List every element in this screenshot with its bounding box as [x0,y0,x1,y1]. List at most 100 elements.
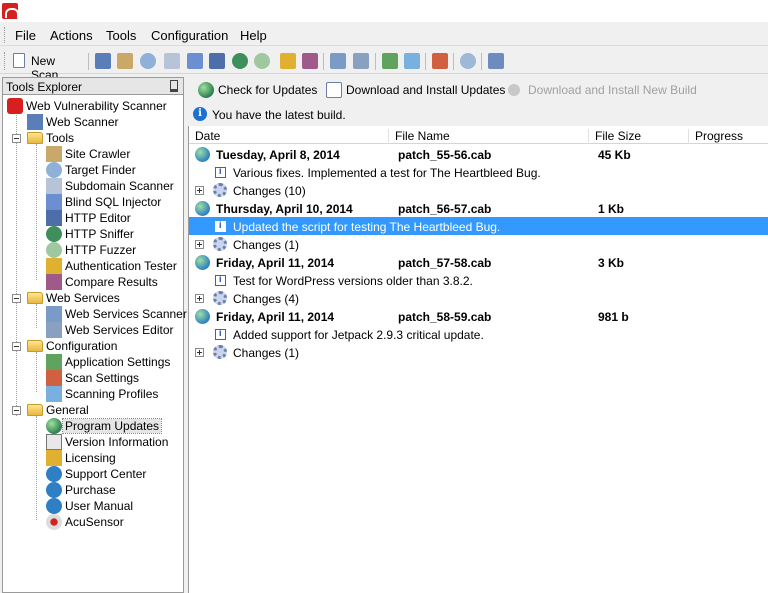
http-sniffer-icon[interactable] [232,53,248,69]
licensing-key-icon [46,450,62,466]
tree-connector [36,304,37,328]
general-collapse-icon[interactable] [12,406,21,415]
web-services-collapse-icon[interactable] [12,294,21,303]
changes-label: Changes (1) [233,346,300,360]
description-icon [215,274,226,286]
update-description-row-selected[interactable]: Updated the script for testing The Heart… [189,217,768,235]
update-description: Various fixes. Implemented a test for Th… [233,166,541,180]
globe-icon [195,255,210,270]
menu-bar: File Actions Tools Configuration Help [0,24,768,46]
description-icon [215,166,226,178]
update-date: Friday, April 11, 2014 [216,256,335,270]
tools-explorer-header: Tools Explorer [3,78,183,95]
update-row[interactable]: Tuesday, April 8, 2014 patch_55-56.cab 4… [189,145,768,163]
acusensor-icon [46,514,62,530]
new-build-icon [508,84,520,96]
check-for-updates-button[interactable]: Check for Updates [198,82,323,100]
pin-icon[interactable] [170,80,178,92]
globe-icon [195,309,210,324]
menu-tools[interactable]: Tools [106,28,136,43]
update-actions-bar: Check for Updates Download and Install U… [188,78,768,102]
update-description-row[interactable]: Various fixes. Implemented a test for Th… [189,163,768,181]
compare-results-icon[interactable] [302,53,318,69]
target-finder-icon[interactable] [117,53,133,69]
menu-configuration[interactable]: Configuration [151,28,228,43]
application-settings-icon [46,354,62,370]
check-updates-icon [198,82,214,98]
web-services-editor-icon[interactable] [353,53,369,69]
update-description: Added support for Jetpack 2.9.3 critical… [233,328,484,342]
update-date: Friday, April 11, 2014 [216,310,335,324]
gear-icon [213,345,227,359]
update-description: Updated the script for testing The Heart… [233,220,501,234]
scan-settings-icon [46,370,62,386]
description-icon [215,220,226,232]
http-fuzzer-icon[interactable] [254,53,270,69]
subdomain-scanner-icon [46,178,62,194]
changes-row[interactable]: Changes (1) [189,343,768,361]
column-header-file-name[interactable]: File Name [389,129,589,144]
update-row[interactable]: Friday, April 11, 2014 patch_58-59.cab 9… [189,307,768,325]
search-icon[interactable] [140,53,156,69]
menu-actions[interactable]: Actions [50,28,93,43]
update-row[interactable]: Friday, April 11, 2014 patch_57-58.cab 3… [189,253,768,271]
info-bar: i You have the latest build. [188,104,768,124]
changes-label: Changes (4) [233,292,300,306]
changes-row[interactable]: Changes (10) [189,181,768,199]
changes-row[interactable]: Changes (1) [189,235,768,253]
column-header-date[interactable]: Date [189,129,389,144]
update-file-size: 981 b [598,310,629,324]
expand-icon[interactable] [195,240,204,249]
toolbar: New Scan [0,48,768,82]
column-header-progress[interactable]: Progress [689,129,768,144]
http-editor-icon[interactable] [209,53,225,69]
expand-icon[interactable] [195,294,204,303]
toolbar-separator [323,53,324,70]
folder-icon [27,404,43,416]
web-services-scanner-icon[interactable] [330,53,346,69]
expand-icon[interactable] [195,186,204,195]
scan-settings-icon[interactable] [404,53,420,69]
expand-icon[interactable] [195,348,204,357]
toolbar-separator [453,53,454,70]
update-row[interactable]: Thursday, April 10, 2014 patch_56-57.cab… [189,199,768,217]
changes-row[interactable]: Changes (4) [189,289,768,307]
target-finder-icon [46,162,62,178]
site-crawler-icon[interactable] [95,53,111,69]
updates-grid: Date File Name File Size Progress Tuesda… [188,126,768,593]
tree-connector [36,144,37,280]
new-document-icon [13,53,25,68]
menu-help[interactable]: Help [240,28,267,43]
auth-tester-icon[interactable] [280,53,296,69]
blind-sql-injector-icon [46,194,62,210]
download-install-new-build-button[interactable]: Download and Install New Build [508,82,697,100]
update-description: Test for WordPress versions older than 3… [233,274,473,288]
changes-label: Changes (10) [233,184,306,198]
info-message: You have the latest build. [212,108,346,122]
compare-results-icon [46,274,62,290]
update-file-size: 3 Kb [598,256,625,270]
column-header-file-size[interactable]: File Size [589,129,689,144]
support-center-icon [46,466,62,482]
subdomain-scanner-icon[interactable] [164,53,180,69]
download-install-updates-button[interactable]: Download and Install Updates [326,82,505,100]
changes-label: Changes (1) [233,238,300,252]
application-settings-icon[interactable] [382,53,398,69]
update-file-size: 1 Kb [598,202,625,216]
program-updates-icon [46,418,62,434]
tools-collapse-icon[interactable] [12,134,21,143]
update-description-row[interactable]: Added support for Jetpack 2.9.3 critical… [189,325,768,343]
tools-explorer-title: Tools Explorer [6,80,83,94]
blind-sql-icon[interactable] [187,53,203,69]
configuration-collapse-icon[interactable] [12,342,21,351]
menu-file[interactable]: File [15,28,36,43]
scheduler-icon[interactable] [460,53,476,69]
update-description-row[interactable]: Test for WordPress versions older than 3… [189,271,768,289]
folder-icon [27,340,43,352]
reporter-icon[interactable] [488,53,504,69]
gear-icon [213,237,227,251]
scanning-profiles-icon[interactable] [432,53,448,69]
new-scan-button[interactable]: New Scan [11,52,85,82]
user-manual-icon [46,498,62,514]
folder-icon [27,132,43,144]
